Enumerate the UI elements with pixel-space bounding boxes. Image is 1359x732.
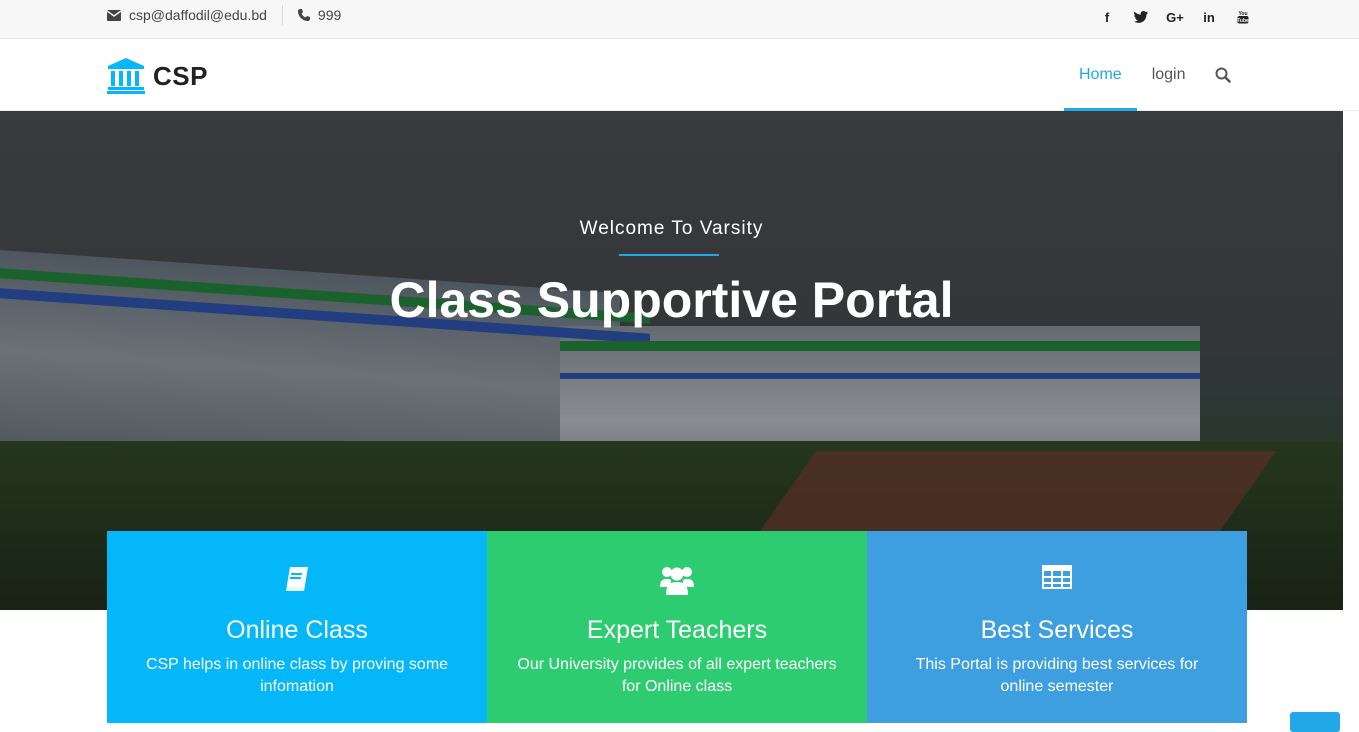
feature-title: Online Class <box>226 616 368 644</box>
main-nav: Home login <box>1064 39 1245 111</box>
search-icon <box>1215 67 1231 83</box>
university-icon <box>107 58 145 94</box>
feature-description: CSP helps in online class by proving som… <box>145 656 449 695</box>
users-icon <box>660 567 694 595</box>
feature-expert-teachers[interactable]: Expert Teachers Our University provides … <box>487 531 867 723</box>
google-plus-icon[interactable]: G+ <box>1158 6 1192 28</box>
contact-info: csp@daffodil@edu.bd 999 <box>107 0 341 30</box>
divider <box>281 5 283 25</box>
phone-text: 999 <box>317 7 342 23</box>
main-header: CSP Home login <box>0 39 1359 111</box>
book-icon <box>286 567 308 591</box>
nav-login[interactable]: login <box>1137 39 1201 111</box>
back-to-top-button[interactable] <box>1290 712 1340 732</box>
facebook-icon[interactable]: f <box>1090 6 1124 28</box>
search-button[interactable] <box>1201 39 1245 111</box>
feature-title: Expert Teachers <box>586 616 768 644</box>
feature-best-services[interactable]: Best Services This Portal is providing b… <box>867 531 1247 723</box>
envelope-icon <box>107 9 121 21</box>
feature-title: Best Services <box>980 616 1134 644</box>
feature-description: Our University provides of all expert te… <box>517 656 837 695</box>
social-links: f G+ in You Tube <box>1090 6 1260 28</box>
top-bar: csp@daffodil@edu.bd 999 f G+ in You Tube <box>0 0 1359 39</box>
hero-welcome: Welcome To Varsity <box>579 218 764 239</box>
twitter-icon[interactable] <box>1124 6 1158 28</box>
email-text: csp@daffodil@edu.bd <box>129 7 267 23</box>
nav-home[interactable]: Home <box>1064 39 1137 111</box>
phone-icon <box>297 9 310 21</box>
brand-name: CSP <box>153 60 208 91</box>
hero-underline <box>619 254 719 256</box>
phone-item[interactable]: 999 <box>297 7 342 23</box>
youtube-icon[interactable]: You Tube <box>1226 6 1260 28</box>
linkedin-icon[interactable]: in <box>1192 6 1226 28</box>
hero-title: Class Supportive Portal <box>389 272 954 328</box>
feature-online-class[interactable]: Online Class CSP helps in online class b… <box>107 531 487 723</box>
email-item[interactable]: csp@daffodil@edu.bd <box>107 7 267 23</box>
table-icon <box>1042 565 1072 589</box>
svg-text:Tube: Tube <box>1237 18 1249 24</box>
feature-description: This Portal is providing best services f… <box>915 656 1199 695</box>
features: Online Class CSP helps in online class b… <box>107 531 1247 723</box>
logo[interactable]: CSP <box>107 58 208 94</box>
